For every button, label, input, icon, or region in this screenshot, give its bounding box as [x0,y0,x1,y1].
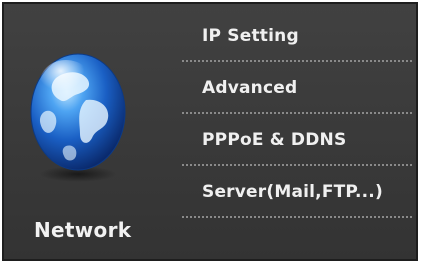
network-menu-panel: Network IP Setting Advanced PPPoE & DDNS… [2,2,418,261]
section-title: Network [34,218,132,242]
menu-item-label: Server(Mail,FTP...) [202,182,383,202]
separator [182,216,412,218]
menu-item-label: IP Setting [202,26,299,46]
menu-item-pppoe-ddns[interactable]: PPPoE & DDNS [182,114,416,166]
menu-item-label: PPPoE & DDNS [202,130,347,150]
menu-item-label: Advanced [202,78,298,98]
menu-item-advanced[interactable]: Advanced [182,62,416,114]
menu-item-ip-setting[interactable]: IP Setting [182,10,416,62]
network-submenu: IP Setting Advanced PPPoE & DDNS Server(… [182,10,416,224]
globe-icon [26,48,130,188]
menu-item-server-mail-ftp[interactable]: Server(Mail,FTP...) [182,166,416,218]
globe-icon-graphic [30,53,126,182]
